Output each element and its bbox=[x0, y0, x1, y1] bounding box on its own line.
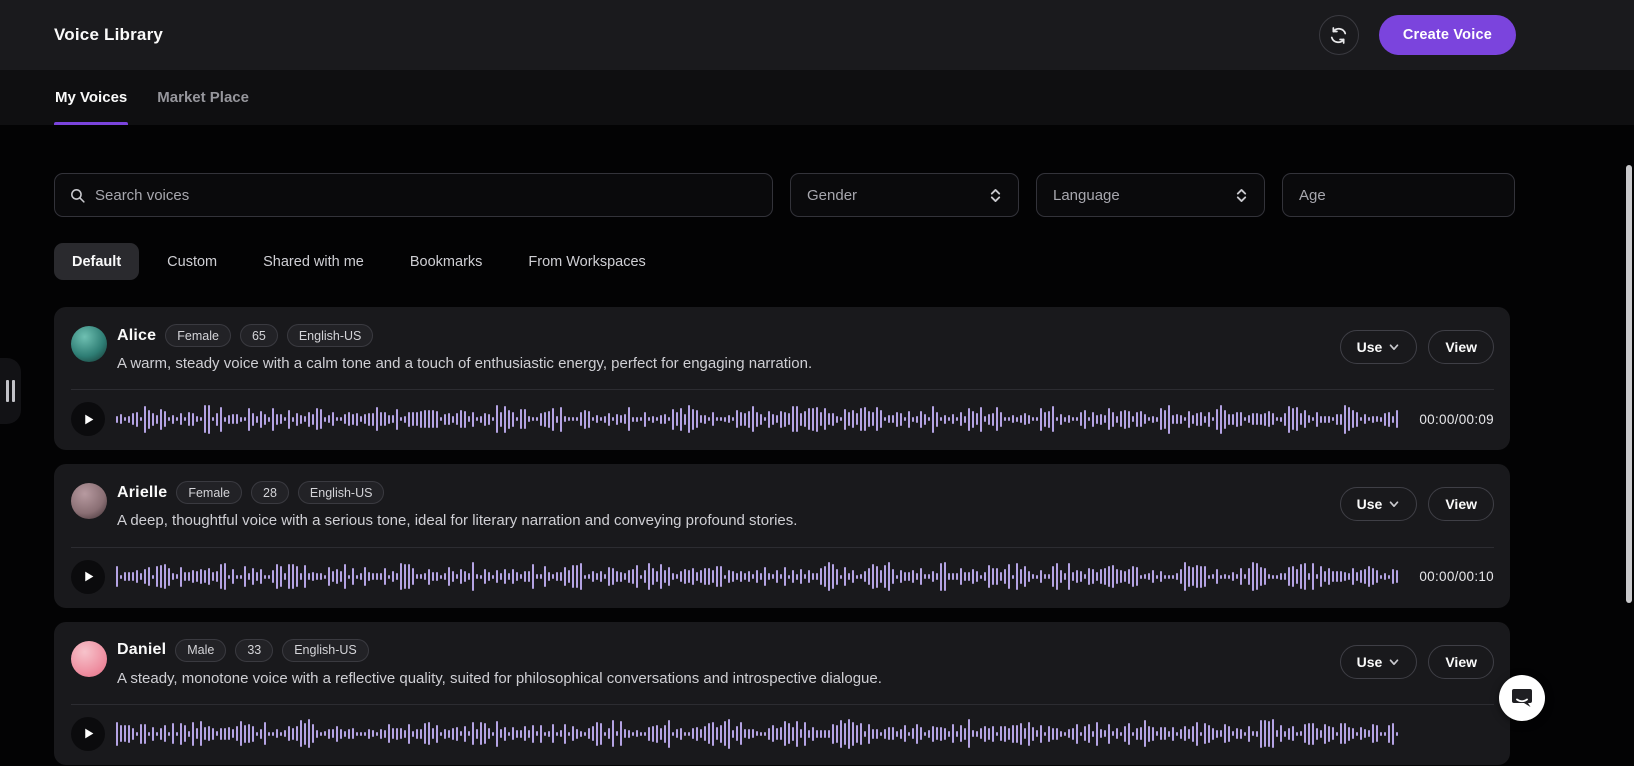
voice-name-row: Alice Female 65 English-US bbox=[117, 324, 1340, 347]
use-button[interactable]: Use bbox=[1340, 645, 1418, 679]
audio-player: 00:00/00:09 bbox=[71, 389, 1494, 436]
refresh-button[interactable] bbox=[1319, 15, 1359, 55]
time-display: 00:00/00:10 bbox=[1410, 569, 1494, 584]
search-box bbox=[54, 173, 773, 217]
use-button-label: Use bbox=[1357, 496, 1383, 512]
page-title: Voice Library bbox=[54, 25, 163, 45]
language-select-label: Language bbox=[1053, 187, 1120, 204]
age-badge: 28 bbox=[251, 481, 289, 504]
waveform[interactable] bbox=[116, 402, 1399, 436]
audio-player: 00:00/00:10 bbox=[71, 547, 1494, 594]
chat-launcher-button[interactable] bbox=[1499, 675, 1545, 721]
voice-description: A warm, steady voice with a calm tone an… bbox=[117, 354, 1340, 374]
gender-badge: Female bbox=[176, 481, 242, 504]
voice-avatar bbox=[71, 326, 107, 362]
category-tabs: Default Custom Shared with me Bookmarks … bbox=[54, 243, 1510, 280]
voice-actions: Use View bbox=[1340, 645, 1494, 679]
view-button-label: View bbox=[1445, 339, 1477, 355]
voice-info: Alice Female 65 English-US A warm, stead… bbox=[117, 324, 1340, 374]
category-tab-default[interactable]: Default bbox=[54, 243, 139, 280]
play-button[interactable] bbox=[71, 560, 105, 594]
voice-avatar bbox=[71, 483, 107, 519]
main-tabs: My Voices Market Place bbox=[0, 70, 1634, 125]
play-icon bbox=[82, 727, 95, 740]
tab-market-place[interactable]: Market Place bbox=[156, 70, 250, 125]
view-button[interactable]: View bbox=[1428, 330, 1494, 364]
gender-badge: Male bbox=[175, 639, 226, 662]
view-button-label: View bbox=[1445, 654, 1477, 670]
gender-select[interactable]: Gender bbox=[790, 173, 1019, 217]
voice-card-header: Alice Female 65 English-US A warm, stead… bbox=[71, 324, 1494, 374]
voice-actions: Use View bbox=[1340, 330, 1494, 364]
voice-card: Alice Female 65 English-US A warm, stead… bbox=[54, 307, 1510, 450]
language-badge: English-US bbox=[298, 481, 385, 504]
use-button-label: Use bbox=[1357, 654, 1383, 670]
voice-description: A steady, monotone voice with a reflecti… bbox=[117, 669, 1340, 689]
voice-name: Alice bbox=[117, 327, 156, 345]
voice-card: Arielle Female 28 English-US A deep, tho… bbox=[54, 464, 1510, 607]
chevron-down-icon bbox=[1388, 498, 1400, 510]
gender-select-label: Gender bbox=[807, 187, 857, 204]
language-select[interactable]: Language bbox=[1036, 173, 1265, 217]
voice-list: Alice Female 65 English-US A warm, stead… bbox=[54, 307, 1510, 765]
category-tab-from-workspaces[interactable]: From Workspaces bbox=[510, 243, 663, 280]
play-button[interactable] bbox=[71, 402, 105, 436]
refresh-icon bbox=[1329, 26, 1348, 45]
voice-name: Arielle bbox=[117, 484, 167, 502]
voice-card-header: Arielle Female 28 English-US A deep, tho… bbox=[71, 481, 1494, 531]
category-tab-shared-with-me[interactable]: Shared with me bbox=[245, 243, 382, 280]
voice-info: Arielle Female 28 English-US A deep, tho… bbox=[117, 481, 1340, 531]
view-button[interactable]: View bbox=[1428, 487, 1494, 521]
chevron-up-down-icon bbox=[989, 188, 1002, 203]
voice-name-row: Arielle Female 28 English-US bbox=[117, 481, 1340, 504]
age-badge: 65 bbox=[240, 324, 278, 347]
scrollbar bbox=[1624, 130, 1634, 766]
search-input[interactable] bbox=[95, 187, 758, 204]
tab-my-voices[interactable]: My Voices bbox=[54, 70, 128, 125]
age-badge: 33 bbox=[235, 639, 273, 662]
waveform[interactable] bbox=[116, 717, 1399, 751]
waveform[interactable] bbox=[116, 560, 1399, 594]
voice-actions: Use View bbox=[1340, 487, 1494, 521]
language-badge: English-US bbox=[282, 639, 369, 662]
chevron-up-down-icon bbox=[1235, 188, 1248, 203]
voice-description: A deep, thoughtful voice with a serious … bbox=[117, 511, 1340, 531]
chevron-down-icon bbox=[1388, 341, 1400, 353]
time-display: 00:00/00:09 bbox=[1410, 412, 1494, 427]
voice-library-app: Voice Library Create Voice My Voices Mar… bbox=[0, 0, 1634, 766]
header-actions: Create Voice bbox=[1319, 15, 1516, 55]
scrollbar-thumb[interactable] bbox=[1626, 165, 1632, 603]
voice-card: Daniel Male 33 English-US A steady, mono… bbox=[54, 622, 1510, 765]
voice-name: Daniel bbox=[117, 641, 166, 659]
search-icon bbox=[69, 187, 86, 204]
audio-player bbox=[71, 704, 1494, 751]
gender-badge: Female bbox=[165, 324, 231, 347]
age-input[interactable] bbox=[1282, 173, 1515, 217]
voice-info: Daniel Male 33 English-US A steady, mono… bbox=[117, 639, 1340, 689]
create-voice-button[interactable]: Create Voice bbox=[1379, 15, 1516, 55]
view-button[interactable]: View bbox=[1428, 645, 1494, 679]
language-badge: English-US bbox=[287, 324, 374, 347]
app-header: Voice Library Create Voice bbox=[0, 0, 1634, 70]
main-content: Gender Language Default Custom bbox=[0, 125, 1634, 765]
chevron-down-icon bbox=[1388, 656, 1400, 668]
use-button[interactable]: Use bbox=[1340, 330, 1418, 364]
chat-bubble-icon bbox=[1510, 686, 1534, 710]
play-icon bbox=[82, 570, 95, 583]
voice-name-row: Daniel Male 33 English-US bbox=[117, 639, 1340, 662]
voice-avatar bbox=[71, 641, 107, 677]
view-button-label: View bbox=[1445, 496, 1477, 512]
category-tab-bookmarks[interactable]: Bookmarks bbox=[392, 243, 501, 280]
use-button[interactable]: Use bbox=[1340, 487, 1418, 521]
play-button[interactable] bbox=[71, 717, 105, 751]
use-button-label: Use bbox=[1357, 339, 1383, 355]
play-icon bbox=[82, 413, 95, 426]
category-tab-custom[interactable]: Custom bbox=[149, 243, 235, 280]
sidebar-toggle[interactable] bbox=[0, 358, 21, 424]
filter-row: Gender Language bbox=[54, 173, 1510, 217]
voice-card-header: Daniel Male 33 English-US A steady, mono… bbox=[71, 639, 1494, 689]
drag-handle-icon bbox=[6, 380, 15, 402]
